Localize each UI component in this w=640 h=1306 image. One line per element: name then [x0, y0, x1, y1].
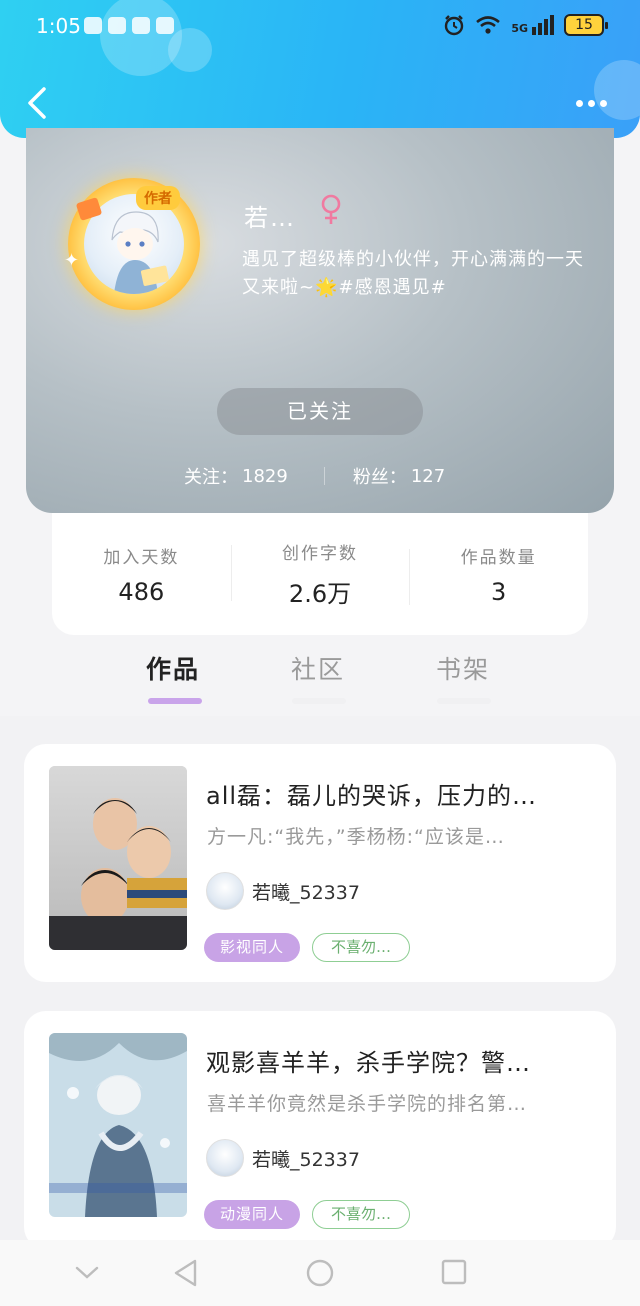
stats-panel: 加入天数 486 创作字数 2.6万 作品数量 3 — [52, 513, 588, 635]
category-tag[interactable]: 动漫同人 — [204, 1200, 301, 1229]
stat-label: 创作字数 — [282, 544, 358, 564]
work-tags: 动漫同人 不喜勿… — [204, 1200, 411, 1229]
network-label: 5G — [511, 22, 528, 35]
tab-active-indicator — [148, 698, 202, 704]
following-label[interactable]: 关注： — [184, 463, 238, 489]
work-card[interactable]: 观影喜羊羊，杀手学院？警… 喜羊羊你竟然是杀手学院的排名第… 若曦_52337 … — [24, 1011, 616, 1249]
notification-icon — [84, 17, 102, 34]
dot — [588, 99, 595, 107]
profile-tabs: 作品 社区 书架 — [0, 650, 640, 710]
status-time: 1:05 — [36, 14, 81, 38]
top-header: 1:05 5G 15 — [0, 0, 640, 138]
recents-square-icon[interactable] — [440, 1258, 468, 1286]
tab-bookshelf[interactable]: 书架 — [436, 650, 490, 686]
dot — [576, 99, 583, 107]
alarm-icon — [445, 15, 464, 36]
stat-label: 作品数量 — [460, 547, 537, 568]
cover-illustration — [49, 1033, 187, 1217]
system-nav-bar — [0, 1240, 640, 1306]
author-mini-avatar — [206, 1139, 244, 1177]
stat-join-days: 加入天数 486 — [52, 543, 231, 606]
decor-bubble — [100, 0, 182, 76]
following-count[interactable]: 1829 — [242, 466, 288, 487]
stat-value: 3 — [491, 577, 507, 606]
female-icon — [321, 194, 341, 224]
back-triangle-icon[interactable] — [172, 1258, 200, 1288]
work-excerpt: 喜羊羊你竟然是杀手学院的排名第… — [207, 1093, 528, 1115]
dot — [600, 99, 607, 107]
stat-label: 加入天数 — [103, 547, 180, 568]
divider — [323, 467, 325, 485]
author-badge: 作者 — [136, 186, 180, 210]
tab-works[interactable]: 作品 — [146, 650, 200, 686]
work-tags: 影视同人 不喜勿… — [204, 933, 411, 962]
tab-indicator — [437, 698, 491, 704]
cell-signal-icon: 5G — [511, 15, 554, 35]
work-title[interactable]: 观影喜羊羊，杀手学院？警… — [206, 1043, 598, 1078]
work-author[interactable]: 若曦_52337 — [206, 1139, 360, 1177]
home-circle-icon[interactable] — [305, 1258, 335, 1288]
warning-tag[interactable]: 不喜勿… — [312, 1200, 411, 1229]
username: 若… — [244, 204, 296, 232]
stat-word-count: 创作字数 2.6万 — [230, 539, 410, 609]
work-card[interactable]: all磊：磊儿的哭诉，压力的… 方一凡:“我先，”季杨杨:“应该是… 若曦_52… — [24, 744, 616, 982]
profile-card: 作者 ✦ 若… 遇见了超级棒的小伙伴，开心满满的一天又来啦~🌟#感恩遇见# 已关… — [26, 128, 614, 513]
battery-indicator: 15 — [564, 14, 608, 36]
user-bio: 遇见了超级棒的小伙伴，开心满满的一天又来啦~🌟#感恩遇见# — [242, 249, 584, 298]
cover-photo — [49, 766, 187, 950]
fans-label[interactable]: 粉丝： — [353, 463, 407, 489]
author-name: 若曦_52337 — [252, 1148, 360, 1171]
chevron-down-icon[interactable] — [74, 1262, 100, 1282]
author-name: 若曦_52337 — [252, 881, 360, 904]
work-cover-image[interactable] — [49, 1033, 187, 1217]
notification-icon — [132, 17, 150, 34]
work-excerpt: 方一凡:“我先，”季杨杨:“应该是… — [207, 826, 505, 848]
stat-value: 2.6万 — [288, 580, 352, 608]
tab-community[interactable]: 社区 — [291, 650, 345, 686]
warning-tag[interactable]: 不喜勿… — [312, 933, 411, 962]
back-button[interactable] — [22, 86, 52, 120]
tab-indicator — [292, 698, 346, 704]
author-mini-avatar — [206, 872, 244, 910]
work-cover-image[interactable] — [49, 766, 187, 950]
author-avatar[interactable]: 作者 ✦ — [64, 178, 200, 310]
notification-icon — [108, 17, 126, 34]
sparkle-icon: ✦ — [64, 250, 80, 271]
work-author[interactable]: 若曦_52337 — [206, 872, 360, 910]
follow-counts: 关注： 1829 粉丝： 127 — [184, 463, 445, 489]
fans-count[interactable]: 127 — [411, 466, 445, 487]
follow-button[interactable]: 已关注 — [217, 388, 423, 435]
status-right: 5G 15 — [443, 14, 608, 36]
wifi-icon — [476, 16, 501, 34]
stat-value: 486 — [118, 577, 165, 606]
notification-icon — [156, 17, 174, 34]
notification-icons — [84, 17, 174, 34]
category-tag[interactable]: 影视同人 — [204, 933, 301, 962]
stat-works-count: 作品数量 3 — [409, 543, 588, 606]
work-title[interactable]: all磊：磊儿的哭诉，压力的… — [206, 776, 598, 811]
more-button[interactable] — [576, 90, 612, 116]
decor-bubble — [168, 28, 212, 72]
